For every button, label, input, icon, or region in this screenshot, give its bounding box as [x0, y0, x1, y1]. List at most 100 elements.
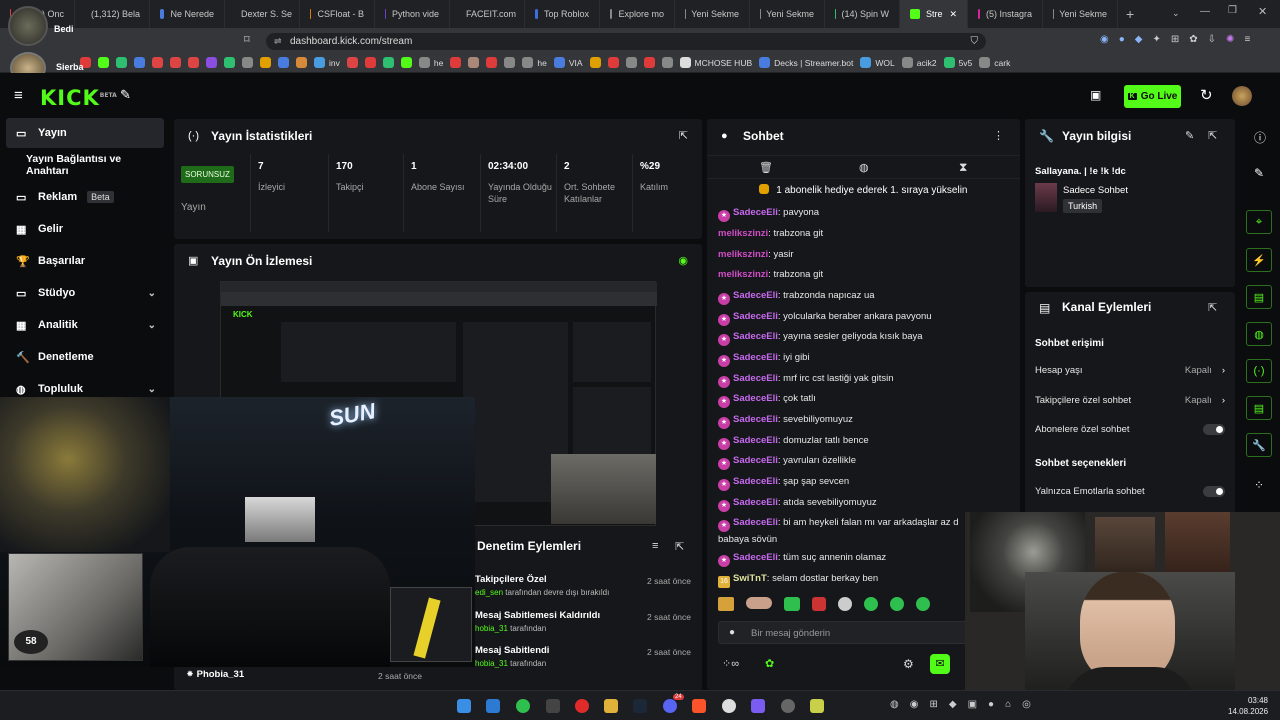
site-info-icon[interactable]: ⇌ — [274, 33, 282, 50]
speech-bubble-icon[interactable]: ◍ — [859, 161, 869, 174]
bookmark-item[interactable] — [170, 57, 181, 68]
bookmark-item[interactable] — [188, 57, 199, 68]
steam-icon[interactable] — [633, 699, 647, 713]
bookmark-item[interactable]: inv — [314, 57, 340, 68]
bookmark-item[interactable] — [206, 57, 217, 68]
app-icon[interactable] — [781, 699, 795, 713]
chat-bubble-icon[interactable]: ◍ — [1246, 322, 1272, 346]
app-icon[interactable] — [751, 699, 765, 713]
chat-username[interactable]: SadeceEli — [733, 455, 778, 466]
server-icon[interactable]: ▤ — [1246, 396, 1272, 420]
tab-3[interactable]: Dexter S. Se — [225, 0, 300, 28]
bookmark-item[interactable]: MCHOSE HUB — [679, 57, 752, 68]
chat-username[interactable]: melikszinzi — [718, 269, 768, 280]
bookmark-item[interactable]: WOL — [860, 57, 895, 68]
extension-icon[interactable]: ✿ — [1189, 34, 1197, 45]
bookmark-item[interactable] — [242, 57, 253, 68]
mod-action-user[interactable]: hobia_31 — [475, 624, 508, 633]
tray-icon[interactable]: ◍ — [890, 699, 899, 710]
tab-8[interactable]: Explore mo — [600, 0, 675, 28]
bookmark-item[interactable] — [607, 57, 619, 68]
tab-7[interactable]: Top Roblox — [525, 0, 600, 28]
tab-9[interactable]: Yeni Sekme — [675, 0, 750, 28]
trash-icon[interactable]: 🗑 — [759, 161, 773, 174]
mod-action-user[interactable]: edi_sen — [475, 588, 503, 597]
menu-icon[interactable]: ≡ — [1244, 34, 1250, 45]
chat-username[interactable]: SadeceEli — [733, 552, 778, 563]
filter-icon[interactable]: ≡ — [652, 540, 658, 552]
chat-username[interactable]: SwiTnT — [733, 573, 767, 584]
brave-icon[interactable] — [692, 699, 706, 713]
emoji-icon[interactable]: ● — [729, 627, 735, 638]
menu-icon[interactable]: ≡ — [14, 87, 23, 104]
tab-13[interactable]: (5) Instagra — [968, 0, 1043, 28]
chat-username[interactable]: SadeceEli — [733, 331, 778, 342]
tray-icon[interactable]: ◎ — [1022, 699, 1031, 710]
emote-icon[interactable] — [890, 597, 904, 611]
brave-shield-icon[interactable]: ⛉ — [971, 33, 979, 50]
record-icon[interactable] — [575, 699, 589, 713]
bookmark-item[interactable]: 5v5 — [943, 57, 972, 68]
infinity-icon[interactable]: ⁘∞ — [722, 657, 739, 670]
bookmark-item[interactable] — [346, 57, 358, 68]
emote-icon[interactable] — [838, 597, 852, 611]
refresh-icon[interactable]: ↻ — [1200, 86, 1213, 104]
bookmark-item[interactable] — [364, 57, 376, 68]
chat-username[interactable]: SadeceEli — [733, 517, 778, 528]
extension-icon[interactable]: ◉ — [1100, 34, 1109, 45]
bookmark-item[interactable] — [589, 57, 601, 68]
emote-icon[interactable] — [812, 597, 826, 611]
folder-icon[interactable] — [604, 699, 618, 713]
bookmark-item[interactable] — [278, 57, 289, 68]
tab-search-icon[interactable]: ⌄ — [1172, 8, 1180, 19]
sidebar-item-5[interactable]: ▭ Stüdyo ⌄ — [6, 278, 164, 308]
document-icon[interactable]: ▤ — [1246, 285, 1272, 309]
sidebar-item-7[interactable]: 🔨 Denetleme — [6, 342, 164, 372]
emote-only-toggle[interactable] — [1203, 486, 1225, 497]
extension-icon[interactable]: ◆ — [1135, 34, 1143, 45]
chat-username[interactable]: SadeceEli — [733, 207, 778, 218]
bookmark-item[interactable] — [152, 57, 163, 68]
settings-gear-icon[interactable]: ⚙ — [903, 657, 914, 671]
chat-username[interactable]: SadeceEli — [733, 435, 778, 446]
tab-1[interactable]: (1,312) Bela — [75, 0, 150, 28]
popout-icon[interactable]: ⇱ — [675, 540, 684, 553]
bookmark-item[interactable] — [296, 57, 307, 68]
app-icon[interactable] — [546, 699, 560, 713]
bookmark-item[interactable] — [382, 57, 394, 68]
followers-only-row[interactable]: Takipçilere özel sohbet Kapalı › — [1035, 395, 1225, 406]
bookmark-item[interactable]: Decks | Streamer.bot — [759, 57, 853, 68]
clock[interactable]: 03:48 14.08.2026 — [1228, 695, 1268, 717]
sidebar-item-2[interactable]: ▭ Reklam Beta — [6, 182, 164, 212]
chat-username[interactable]: SadeceEli — [733, 373, 778, 384]
chat-username[interactable]: SadeceEli — [733, 311, 778, 322]
popout-icon[interactable]: ⇱ — [1208, 129, 1217, 142]
subs-only-toggle[interactable] — [1203, 424, 1225, 435]
tab-11[interactable]: (14) Spin W — [825, 0, 900, 28]
bookmark-item[interactable] — [260, 57, 271, 68]
mod-action-user[interactable]: hobia_31 — [475, 659, 508, 668]
bookmark-item[interactable] — [450, 57, 462, 68]
target-icon[interactable]: ⌖ — [1246, 210, 1272, 234]
bookmark-item[interactable]: VIA — [553, 57, 583, 68]
app-icon[interactable] — [810, 699, 824, 713]
pencil-icon[interactable]: ✎ — [1254, 166, 1264, 180]
sidebar-item-6[interactable]: ▦ Analitik ⌄ — [6, 310, 164, 340]
bookmark-star-icon[interactable]: ⌑ — [244, 33, 250, 46]
popout-icon[interactable]: ⇱ — [679, 129, 688, 142]
tab-10[interactable]: Yeni Sekme — [750, 0, 825, 28]
emote-icon[interactable] — [864, 597, 878, 611]
bookmark-item[interactable]: he — [418, 57, 443, 68]
account-age-row[interactable]: Hesap yaşı Kapalı › — [1035, 365, 1225, 376]
mod-action-row[interactable]: Mesaj Sabitlemesi Kaldırıldı 2 saat önce h… — [475, 610, 695, 633]
emote-icon[interactable] — [746, 597, 772, 609]
close-window-icon[interactable]: ✕ — [1258, 5, 1267, 18]
chat-username[interactable]: melikszinzi — [718, 249, 768, 260]
download-icon[interactable]: ⇩ — [1208, 34, 1216, 45]
tray-icon[interactable]: ◆ — [949, 699, 957, 710]
info-icon[interactable]: ⓘ — [1254, 129, 1266, 146]
edit-icon[interactable]: ✎ — [1185, 129, 1194, 142]
app-icon[interactable] — [722, 699, 736, 713]
hourglass-icon[interactable]: ⧗ — [959, 160, 967, 175]
wrench-icon[interactable]: 🔧 — [1246, 433, 1272, 457]
